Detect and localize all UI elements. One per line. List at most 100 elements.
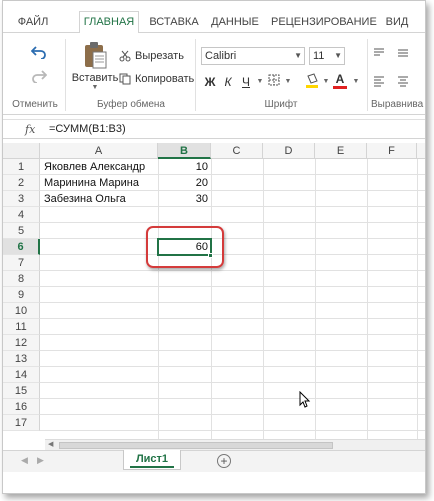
cell-b3[interactable]: 30 (159, 191, 210, 207)
fill-color-button[interactable] (305, 73, 319, 89)
align-top-button[interactable] (373, 47, 385, 59)
gridline (40, 254, 425, 255)
tab-review[interactable]: РЕЦЕНЗИРОВАНИЕ (271, 12, 377, 33)
paste-icon (85, 42, 107, 69)
row-header-7[interactable]: 7 (3, 255, 40, 271)
mouse-pointer-icon (299, 391, 311, 408)
row-header-15[interactable]: 15 (3, 383, 40, 399)
cell-a2[interactable]: Маринина Марина (44, 175, 156, 191)
column-header-d[interactable]: D (263, 143, 315, 159)
tab-insert[interactable]: ВСТАВКА (145, 12, 203, 33)
copy-button[interactable]: Копировать (119, 73, 194, 85)
align-middle-button[interactable] (397, 47, 409, 59)
chevron-down-icon[interactable]: ▼ (349, 74, 363, 90)
font-name-value: Calibri (205, 50, 237, 62)
chevron-down-icon[interactable]: ▼ (319, 74, 333, 90)
font-name-select[interactable]: Calibri ▼ (201, 47, 305, 65)
row-header-10[interactable]: 10 (3, 303, 40, 319)
column-header-f[interactable]: F (367, 143, 417, 159)
alignment-group-label: Выравнива (371, 99, 424, 110)
row-header-6[interactable]: 6 (3, 239, 40, 255)
highlight-annotation (146, 226, 224, 268)
italic-button[interactable]: К (221, 74, 235, 90)
chevron-down-icon[interactable]: ▼ (253, 74, 267, 90)
formula-bar: fx =СУММ(B1:B3) (3, 119, 425, 139)
row-header-4[interactable]: 4 (3, 207, 40, 223)
row-header-13[interactable]: 13 (3, 351, 40, 367)
cut-button[interactable]: Вырезать (119, 50, 184, 62)
copy-icon (119, 73, 131, 85)
fx-icon[interactable]: fx (25, 123, 35, 136)
cell-a1[interactable]: Яковлев Александр (44, 159, 156, 175)
paint-bucket-icon (306, 73, 318, 88)
separator (195, 39, 196, 111)
select-all-corner[interactable] (3, 143, 40, 159)
column-header-c[interactable]: C (211, 143, 263, 159)
column-header-b[interactable]: B (158, 143, 211, 159)
redo-button[interactable] (31, 69, 47, 83)
row-header-12[interactable]: 12 (3, 335, 40, 351)
borders-icon (268, 74, 280, 86)
column-header-e[interactable]: E (315, 143, 367, 159)
sheet-next-icon[interactable]: ▶ (37, 455, 44, 466)
row-header-11[interactable]: 11 (3, 319, 40, 335)
cut-label: Вырезать (135, 50, 184, 62)
cell-b2[interactable]: 20 (159, 175, 210, 191)
scissors-icon (119, 50, 131, 62)
font-size-select[interactable]: 11 ▼ (309, 47, 345, 65)
chevron-down-icon[interactable]: ▼ (281, 74, 295, 90)
gridline (40, 430, 425, 431)
scrollbar-thumb[interactable] (59, 442, 333, 449)
row-header-2[interactable]: 2 (3, 175, 40, 191)
borders-button[interactable] (267, 74, 281, 90)
row-header-17[interactable]: 17 (3, 415, 40, 431)
sheet-tabs-bar: ◀ ▶ Лист1 + (3, 450, 425, 472)
tab-view[interactable]: ВИД (383, 12, 411, 33)
separator (367, 39, 368, 111)
add-sheet-button[interactable]: + (217, 454, 231, 468)
sheet-prev-icon[interactable]: ◀ (21, 455, 28, 466)
tab-home[interactable]: ГЛАВНАЯ (79, 11, 139, 34)
bold-button[interactable]: Ж (203, 74, 217, 90)
paste-label: Вставить (71, 72, 119, 84)
gridline (40, 398, 425, 399)
font-group-label: Шрифт (264, 99, 298, 110)
paste-button[interactable]: Вставить ▼ (72, 41, 118, 91)
row-header-3[interactable]: 3 (3, 191, 40, 207)
row-header-9[interactable]: 9 (3, 287, 40, 303)
row-header-16[interactable]: 16 (3, 399, 40, 415)
align-center-icon (398, 76, 408, 87)
align-left-button[interactable] (373, 75, 385, 87)
undo-button[interactable] (31, 45, 47, 59)
underline-button[interactable]: Ч (239, 74, 253, 90)
tab-file[interactable]: ФАЙЛ (11, 12, 55, 33)
undo-icon (31, 46, 46, 59)
scroll-left-icon[interactable]: ◀ (48, 440, 53, 448)
row-header-14[interactable]: 14 (3, 367, 40, 383)
row-header-5[interactable]: 5 (3, 223, 40, 239)
horizontal-scrollbar[interactable]: ◀ (45, 439, 425, 450)
row-header-8[interactable]: 8 (3, 271, 40, 287)
column-header-a[interactable]: A (40, 143, 158, 159)
gridline (40, 286, 425, 287)
gridline (40, 334, 425, 335)
align-top-icon (374, 48, 384, 56)
tab-data[interactable]: ДАННЫЕ (209, 12, 261, 33)
redo-icon (32, 70, 47, 83)
chevron-down-icon: ▼ (294, 51, 302, 60)
gridline (40, 238, 425, 239)
gridline (367, 159, 368, 439)
font-color-button[interactable]: A (333, 71, 347, 89)
ribbon-home: Отменить Вставить ▼ Вырезать Копировать … (3, 33, 425, 115)
formula-input[interactable]: =СУММ(B1:B3) (49, 123, 126, 135)
copy-label: Копировать (135, 73, 195, 85)
align-middle-icon (398, 49, 408, 57)
sheet-tab-active[interactable]: Лист1 (123, 450, 181, 470)
row-header-1[interactable]: 1 (3, 159, 40, 175)
cell-b1[interactable]: 10 (159, 159, 210, 175)
gridline (40, 222, 425, 223)
chevron-down-icon: ▼ (91, 84, 99, 91)
gridline (40, 414, 425, 415)
cell-a3[interactable]: Забезина Ольга (44, 191, 156, 207)
align-center-button[interactable] (397, 75, 409, 87)
